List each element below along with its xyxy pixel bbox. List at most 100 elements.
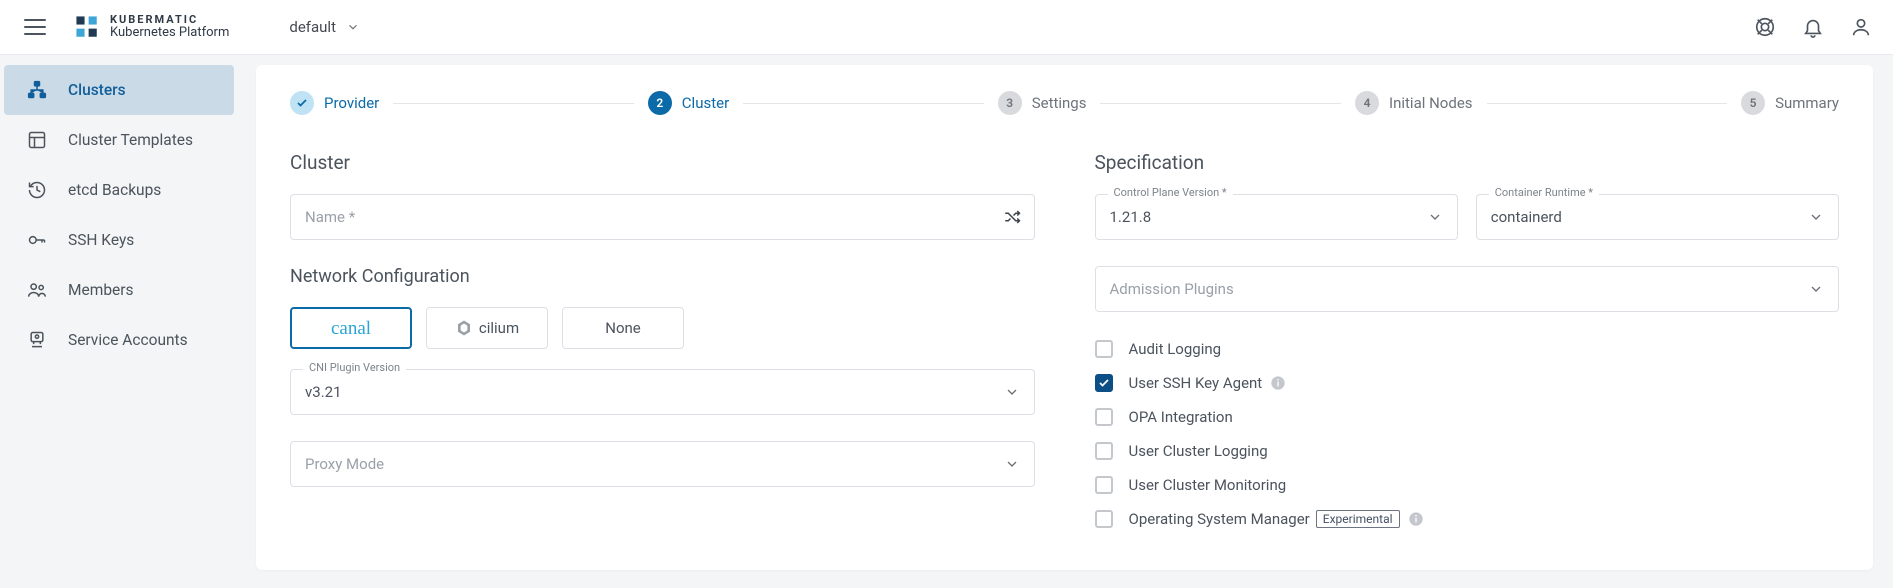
project-selector[interactable]: default xyxy=(289,18,360,36)
step-label: Provider xyxy=(324,94,379,112)
sidebar-item-clusters[interactable]: Clusters xyxy=(4,65,234,115)
cluster-name-input[interactable]: Name * xyxy=(290,194,1035,240)
step-connector xyxy=(1100,103,1341,104)
cni-plugin-version-select[interactable]: CNI Plugin Version v3.21 xyxy=(290,369,1035,415)
cni-option-canal[interactable]: canal xyxy=(290,307,412,349)
checkbox-box[interactable] xyxy=(1095,408,1113,426)
sidebar-item-etcd-backups[interactable]: etcd Backups xyxy=(4,165,234,215)
step-cluster[interactable]: 2 Cluster xyxy=(648,91,729,115)
checkbox-label: OPA Integration xyxy=(1129,408,1233,426)
checkbox-label: User Cluster Monitoring xyxy=(1129,476,1287,494)
info-icon[interactable] xyxy=(1270,375,1286,391)
brand-subtitle: Kubernetes Platform xyxy=(110,26,229,40)
service-accounts-icon xyxy=(26,329,48,351)
topbar: KUBERMATIC Kubernetes Platform default xyxy=(0,0,1893,55)
step-label: Cluster xyxy=(682,94,729,112)
checkbox-box[interactable] xyxy=(1095,442,1113,460)
ssh-key-icon xyxy=(26,229,48,251)
checkbox-label: User Cluster Logging xyxy=(1129,442,1268,460)
container-runtime-select[interactable]: Container Runtime * containerd xyxy=(1476,194,1839,240)
cluster-column: Cluster Name * Network Configuration xyxy=(290,151,1035,536)
field-placeholder: Proxy Mode xyxy=(305,455,996,473)
lifebuoy-icon xyxy=(1754,16,1776,38)
section-title-network: Network Configuration xyxy=(290,266,1035,287)
checkbox-box[interactable] xyxy=(1095,510,1113,528)
sidebar-item-label: etcd Backups xyxy=(68,181,161,199)
checkbox-box[interactable] xyxy=(1095,476,1113,494)
checkbox-label: User SSH Key Agent xyxy=(1129,374,1263,392)
sidebar-item-label: Cluster Templates xyxy=(68,131,193,149)
bell-icon xyxy=(1802,16,1824,38)
checkbox-user-cluster-monitoring[interactable]: User Cluster Monitoring xyxy=(1095,468,1840,502)
main-content: Provider 2 Cluster 3 Settings 4 Initial … xyxy=(238,55,1893,588)
step-number: 3 xyxy=(998,91,1022,115)
experimental-badge: Experimental xyxy=(1316,510,1400,528)
step-settings[interactable]: 3 Settings xyxy=(998,91,1087,115)
checkbox-user-ssh-key-agent[interactable]: User SSH Key Agent xyxy=(1095,366,1840,400)
sidebar-item-label: Service Accounts xyxy=(68,331,188,349)
control-plane-version-select[interactable]: Control Plane Version * 1.21.8 xyxy=(1095,194,1458,240)
admission-plugins-select[interactable]: Admission Plugins xyxy=(1095,266,1840,312)
chevron-down-icon xyxy=(1004,384,1020,400)
cni-option-label: None xyxy=(605,319,641,337)
sidebar-item-label: Clusters xyxy=(68,81,126,99)
canal-logo-text: canal xyxy=(331,319,371,338)
chevron-down-icon xyxy=(1808,209,1824,225)
field-label: CNI Plugin Version xyxy=(303,361,406,374)
step-summary[interactable]: 5 Summary xyxy=(1741,91,1839,115)
specification-column: Specification Control Plane Version * 1.… xyxy=(1095,151,1840,536)
clusters-icon xyxy=(26,79,48,101)
cni-option-cilium[interactable]: cilium xyxy=(426,307,548,349)
step-number: 5 xyxy=(1741,91,1765,115)
chevron-down-icon xyxy=(1808,281,1824,297)
generate-name-button[interactable] xyxy=(989,194,1035,240)
menu-toggle-button[interactable] xyxy=(24,16,46,38)
checkbox-operating-system-manager[interactable]: Operating System Manager Experimental xyxy=(1095,502,1840,536)
info-icon[interactable] xyxy=(1408,511,1424,527)
sidebar-item-members[interactable]: Members xyxy=(4,265,234,315)
checkbox-opa-integration[interactable]: OPA Integration xyxy=(1095,400,1840,434)
step-connector xyxy=(393,103,634,104)
sidebar-item-ssh-keys[interactable]: SSH Keys xyxy=(4,215,234,265)
cluster-name-placeholder: Name * xyxy=(305,208,988,226)
sidebar: Clusters Cluster Templates etcd Backups … xyxy=(0,55,238,588)
step-label: Summary xyxy=(1775,94,1839,112)
step-label: Initial Nodes xyxy=(1389,94,1473,112)
user-icon xyxy=(1850,16,1872,38)
field-value: v3.21 xyxy=(305,383,996,401)
chevron-down-icon xyxy=(346,20,360,34)
field-label: Control Plane Version * xyxy=(1108,186,1233,199)
checkbox-audit-logging[interactable]: Audit Logging xyxy=(1095,332,1840,366)
sidebar-item-cluster-templates[interactable]: Cluster Templates xyxy=(4,115,234,165)
chevron-down-icon xyxy=(1004,456,1020,472)
checkbox-user-cluster-logging[interactable]: User Cluster Logging xyxy=(1095,434,1840,468)
proxy-mode-select[interactable]: Proxy Mode xyxy=(290,441,1035,487)
sidebar-item-label: SSH Keys xyxy=(68,231,134,249)
help-button[interactable] xyxy=(1753,15,1777,39)
checkbox-label: Operating System Manager xyxy=(1129,510,1310,528)
cni-option-none[interactable]: None xyxy=(562,307,684,349)
templates-icon xyxy=(26,129,48,151)
chevron-down-icon xyxy=(1427,209,1443,225)
step-label: Settings xyxy=(1032,94,1087,112)
cni-option-label: cilium xyxy=(479,319,519,337)
notifications-button[interactable] xyxy=(1801,15,1825,39)
step-initial-nodes[interactable]: 4 Initial Nodes xyxy=(1355,91,1473,115)
check-icon xyxy=(296,97,308,109)
step-number: 2 xyxy=(648,91,672,115)
account-button[interactable] xyxy=(1849,15,1873,39)
wizard-card: Provider 2 Cluster 3 Settings 4 Initial … xyxy=(256,65,1873,570)
step-provider[interactable]: Provider xyxy=(290,91,379,115)
brand: KUBERMATIC Kubernetes Platform xyxy=(74,14,229,40)
field-value: 1.21.8 xyxy=(1110,208,1419,226)
members-icon xyxy=(26,279,48,301)
section-title-spec: Specification xyxy=(1095,151,1840,174)
checkbox-box[interactable] xyxy=(1095,374,1113,392)
step-connector xyxy=(1487,103,1728,104)
sidebar-item-label: Members xyxy=(68,281,134,299)
sidebar-item-service-accounts[interactable]: Service Accounts xyxy=(4,315,234,365)
checkbox-box[interactable] xyxy=(1095,340,1113,358)
field-label: Container Runtime * xyxy=(1489,186,1599,199)
stepper: Provider 2 Cluster 3 Settings 4 Initial … xyxy=(290,91,1839,115)
kubermatic-logo-icon xyxy=(74,14,100,40)
